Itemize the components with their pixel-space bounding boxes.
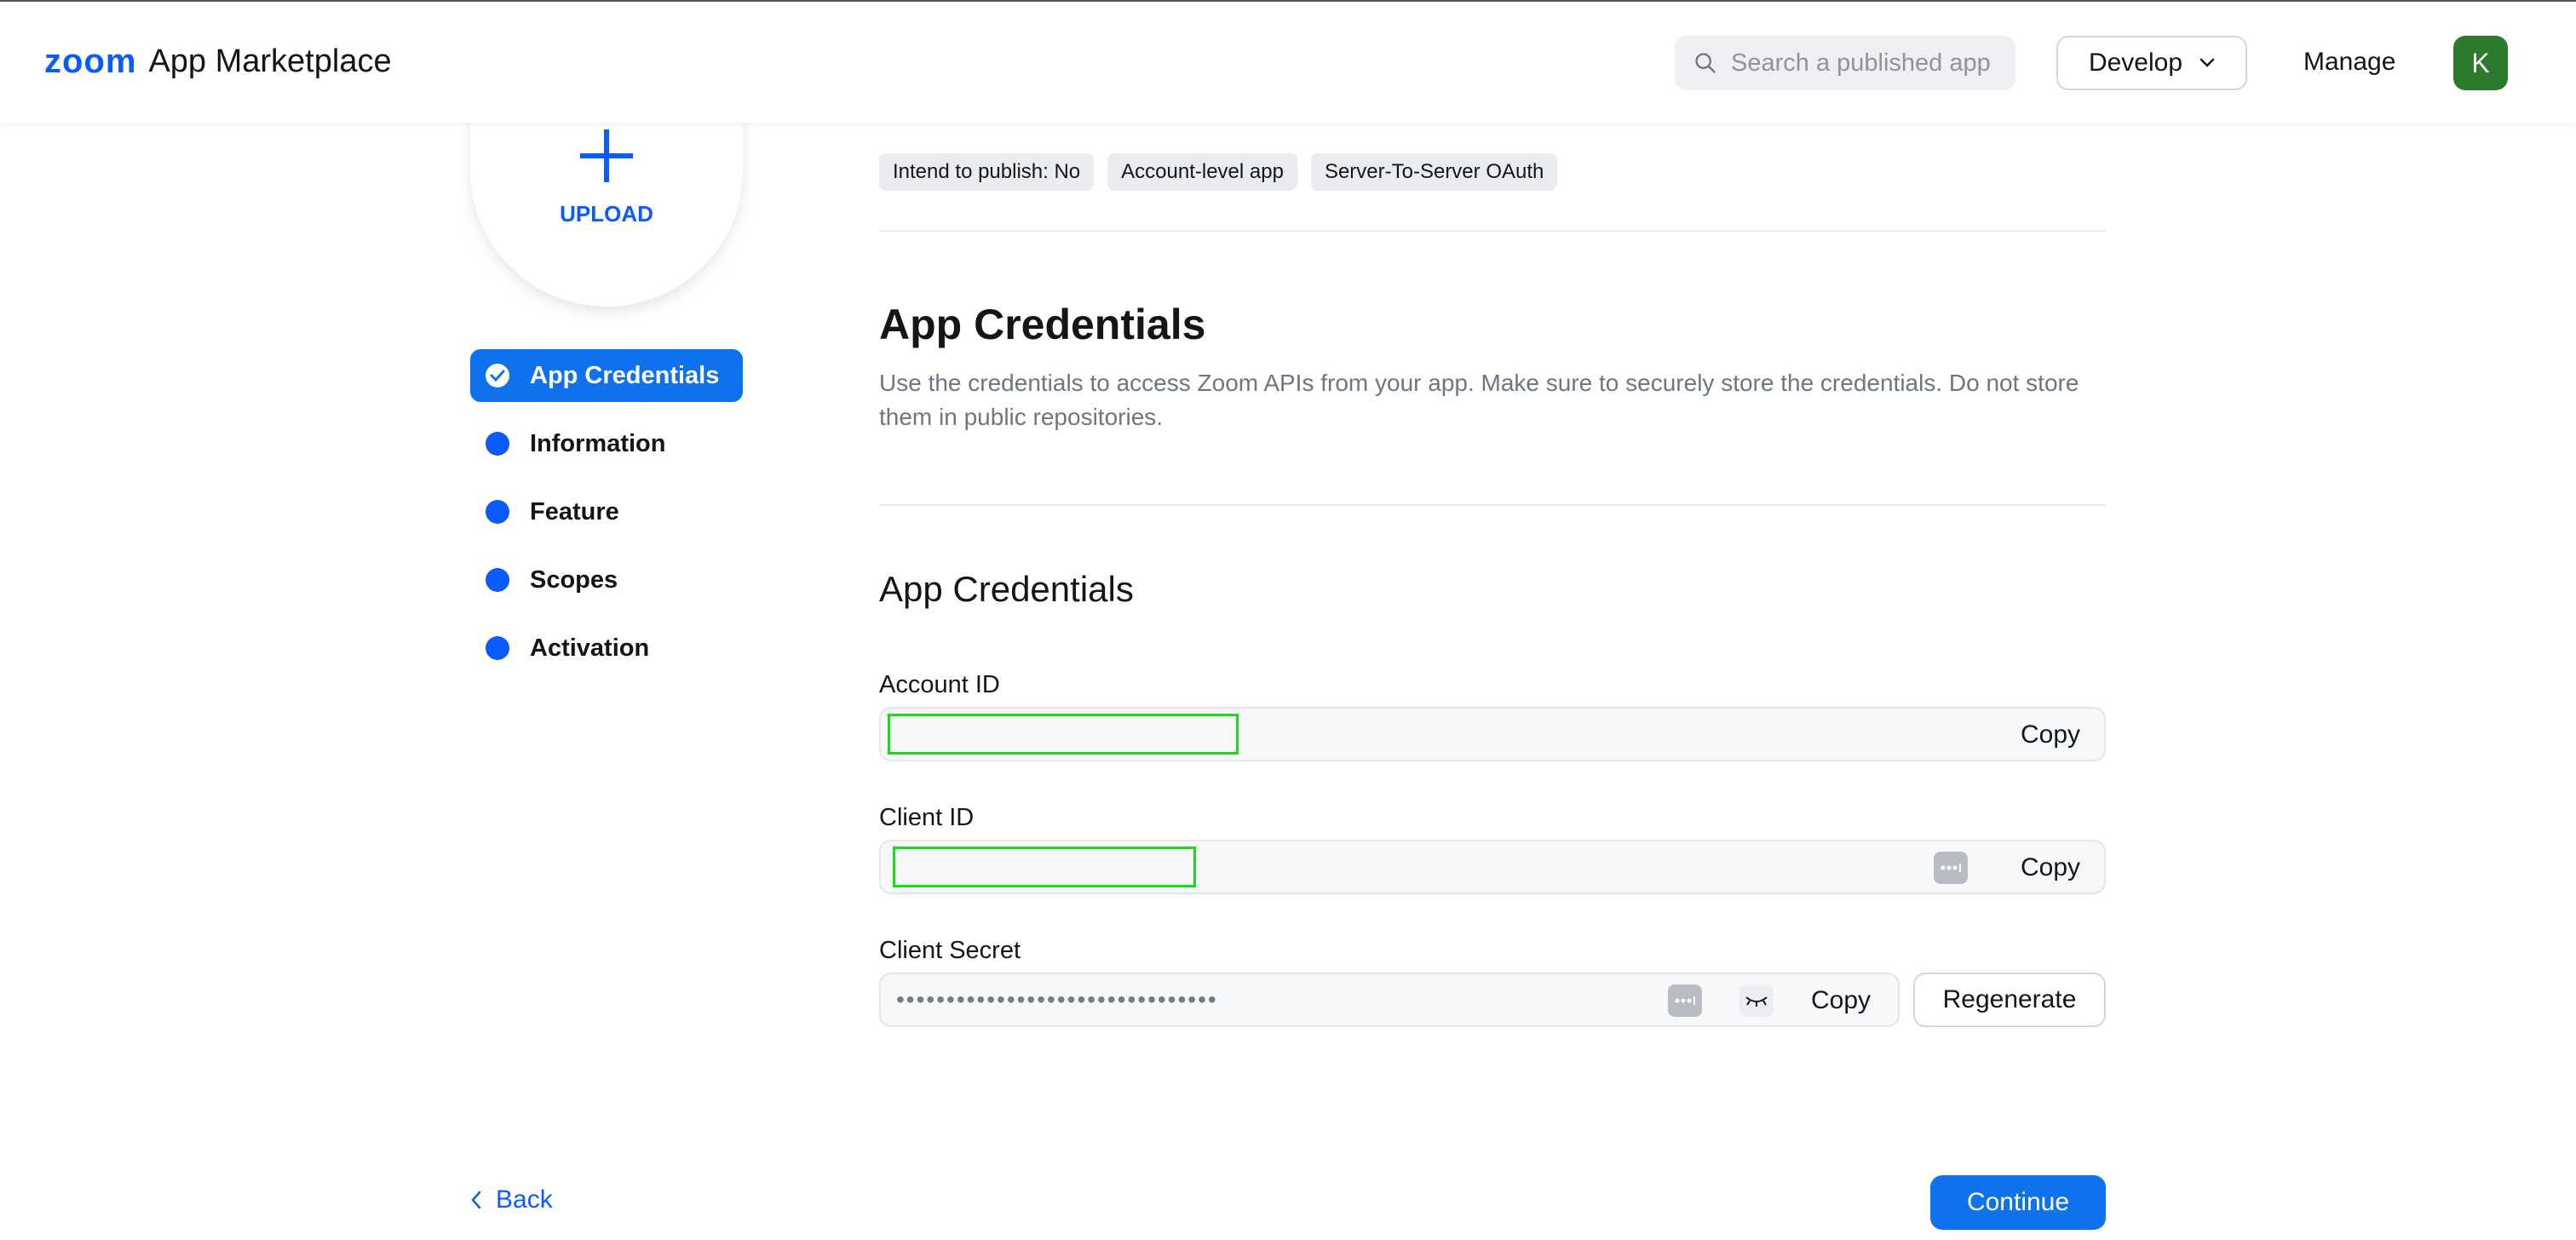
app-badges: Intend to publish: No Account-level app … [879, 153, 1558, 191]
sidebar-item-label: Activation [530, 634, 650, 662]
redacted-value [888, 714, 1239, 755]
logo-text: App Marketplace [148, 43, 392, 79]
step-dot-icon [486, 636, 509, 660]
sidebar-item-scopes[interactable]: Scopes [470, 554, 743, 606]
step-dot-icon [486, 500, 509, 524]
section-description: Use the credentials to access Zoom APIs … [879, 370, 2079, 430]
plus-icon [580, 129, 633, 182]
back-button[interactable]: Back [470, 1185, 553, 1214]
top-header: zoom App Marketplace Develop Manage K [0, 2, 2576, 123]
chevron-left-icon [471, 1191, 481, 1209]
back-label: Back [496, 1185, 553, 1214]
redacted-value [893, 847, 1196, 887]
sidebar-item-feature[interactable]: Feature [470, 485, 743, 538]
step-dot-icon [486, 432, 509, 456]
divider [879, 230, 2106, 232]
section-title: App Credentials [879, 301, 1206, 348]
copy-client-id-button[interactable]: Copy [2021, 853, 2080, 882]
client-id-label: Client ID [879, 804, 975, 831]
client-secret-masked: •••••••••••••••••••••••••••••••• [896, 986, 1218, 1013]
copy-client-secret-button[interactable]: Copy [1811, 986, 1871, 1015]
search-box[interactable] [1675, 36, 2015, 90]
badge-publish: Intend to publish: No [879, 153, 1095, 191]
client-secret-field[interactable]: •••••••••••••••••••••••••••••••• Copy [879, 973, 1900, 1027]
regenerate-button[interactable]: Regenerate [1913, 973, 2106, 1027]
account-id-field[interactable]: Copy [879, 707, 2106, 761]
sidebar-item-information[interactable]: Information [470, 417, 743, 470]
sidebar-item-label: Feature [530, 497, 619, 525]
avatar[interactable]: K [2453, 36, 2508, 90]
sidebar-item-app-credentials[interactable]: App Credentials [470, 349, 743, 402]
account-id-label: Account ID [879, 671, 1000, 698]
show-secret-icon[interactable] [1739, 985, 1774, 1017]
masked-dots-icon [1668, 985, 1702, 1017]
continue-button[interactable]: Continue [1930, 1175, 2106, 1230]
zoom-logo: zoom [44, 43, 137, 80]
credentials-subtitle: App Credentials [879, 569, 1134, 609]
check-icon [486, 364, 509, 388]
client-id-field[interactable]: Copy [879, 840, 2106, 894]
search-icon [1695, 53, 1716, 73]
divider [879, 504, 2106, 506]
manage-link[interactable]: Manage [2303, 48, 2395, 77]
develop-label: Develop [2088, 49, 2183, 77]
copy-account-id-button[interactable]: Copy [2021, 720, 2080, 749]
marketplace-logo[interactable]: zoom App Marketplace [44, 43, 392, 81]
badge-app-type: Server-To-Server OAuth [1310, 153, 1558, 191]
sidebar-item-label: Scopes [530, 565, 618, 594]
upload-label: UPLOAD [560, 201, 653, 227]
search-input[interactable] [1729, 48, 2014, 78]
masked-dots-icon [1934, 852, 1968, 884]
develop-dropdown[interactable]: Develop [2056, 36, 2247, 90]
step-dot-icon [486, 568, 509, 592]
chevron-down-icon [2199, 58, 2215, 67]
badge-account-level: Account-level app [1107, 153, 1297, 191]
sidebar-item-activation[interactable]: Activation [470, 622, 743, 675]
client-secret-label: Client Secret [879, 937, 1021, 964]
sidebar-item-label: Information [530, 429, 666, 457]
sidebar-item-label: App Credentials [530, 361, 720, 389]
